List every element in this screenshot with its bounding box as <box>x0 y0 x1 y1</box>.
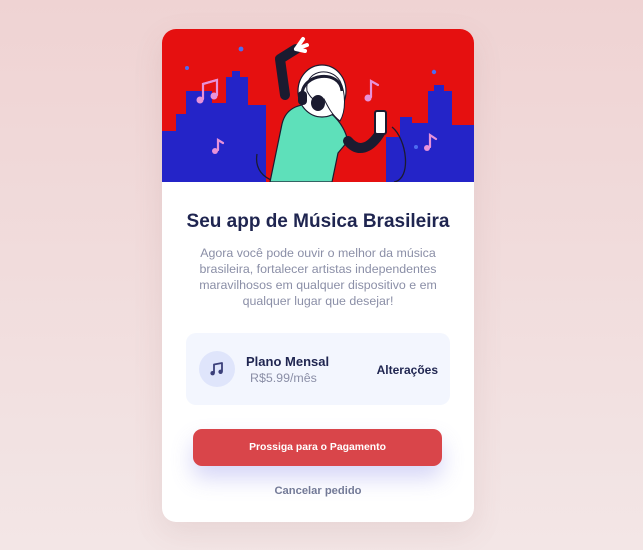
plan-price: R$5.99/mês <box>250 371 317 385</box>
card-description: Agora você pode ouvir o melhor da música… <box>199 246 437 308</box>
change-plan-link[interactable]: Alterações <box>377 363 438 377</box>
plan-summary: Plano Mensal R$5.99/mês Alterações <box>186 333 450 405</box>
cancel-order-button[interactable]: Cancelar pedido <box>162 485 474 497</box>
order-summary-card: Seu app de Música Brasileira Agora você … <box>162 29 474 522</box>
hero-illustration <box>162 29 474 182</box>
proceed-to-payment-button[interactable]: Prossiga para o Pagamento <box>193 429 442 466</box>
card-title: Seu app de Música Brasileira <box>186 211 450 232</box>
music-note-icon <box>199 351 235 387</box>
plan-name: Plano Mensal <box>246 354 330 369</box>
